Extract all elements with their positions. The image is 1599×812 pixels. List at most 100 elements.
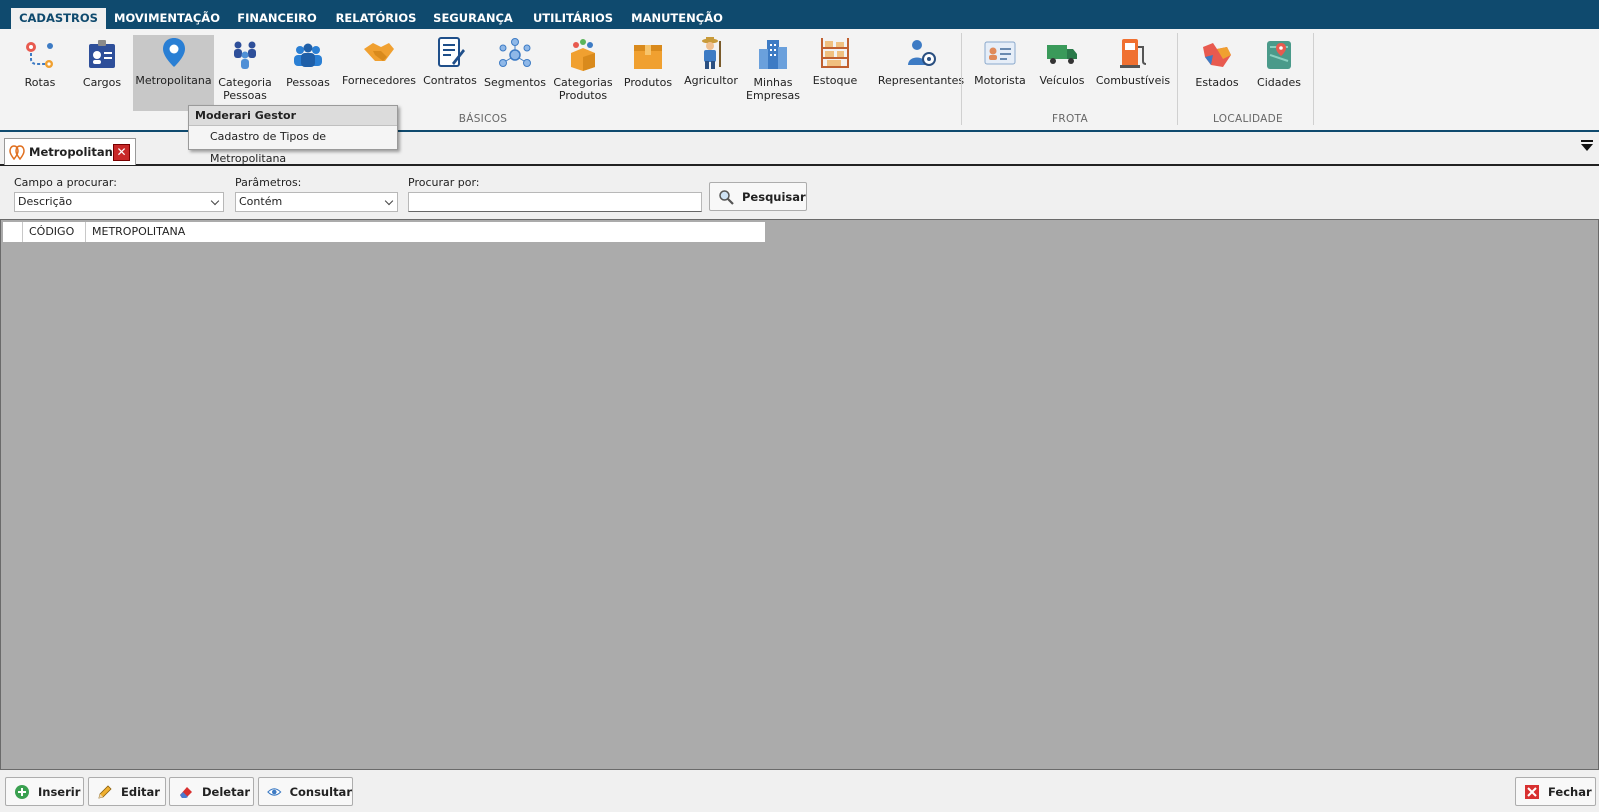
metropolitana-dropdown-menu: Moderari Gestor Cadastro de Tipos de Met… xyxy=(188,105,398,165)
campo-label: Campo a procurar: xyxy=(14,176,117,189)
ribbon-motorista-label: Motorista xyxy=(974,74,1026,87)
magnifier-icon xyxy=(719,189,734,205)
menu-tab-movimentacao[interactable]: MOVIMENTAÇÃO xyxy=(112,8,222,29)
ribbon-rotas-button[interactable]: Rotas xyxy=(14,35,66,111)
ribbon-metropolitana-label: Metropolitana xyxy=(135,74,212,87)
ribbon-estados-button[interactable]: Estados xyxy=(1190,35,1244,111)
ribbon-segmentos-label: Segmentos xyxy=(484,76,546,89)
ribbon-representantes-button[interactable]: Representantes xyxy=(868,35,974,111)
ribbon-veiculos-button[interactable]: Veículos xyxy=(1036,35,1088,111)
ribbon-categoria-pessoas-label: Categoria Pessoas xyxy=(218,76,272,102)
ribbon-minhas-empresas-button[interactable]: Minhas Empresas xyxy=(744,35,802,111)
pencil-icon xyxy=(98,784,112,799)
ribbon-produtos-button[interactable]: Produtos xyxy=(620,35,676,111)
dropdown-header: Moderari Gestor xyxy=(189,106,397,126)
ribbon-estoque-label: Estoque xyxy=(812,74,858,87)
group-label-localidade: LOCALIDADE xyxy=(1212,113,1283,125)
ribbon-fornecedores-button[interactable]: Fornecedores xyxy=(342,35,416,111)
deletar-label: Deletar xyxy=(202,784,251,799)
parametros-label: Parâmetros: xyxy=(235,176,302,189)
truck-icon xyxy=(1047,45,1077,64)
menu-tab-cadastros[interactable]: CADASTROS xyxy=(11,8,106,29)
ribbon-metropolitana-button[interactable]: Metropolitana xyxy=(133,35,214,111)
ribbon-fornecedores-label: Fornecedores xyxy=(342,74,417,87)
bottom-toolbar: Inserir Editar Deletar Consultar Fechar xyxy=(0,771,1599,812)
fechar-label: Fechar xyxy=(1548,784,1592,799)
ribbon-representantes-label: Representantes xyxy=(877,74,965,87)
group-label-frota: FROTA xyxy=(1052,113,1088,125)
menu-tab-financeiro[interactable]: FINANCEIRO xyxy=(230,8,324,29)
main-menubar: CADASTROS MOVIMENTAÇÃO FINANCEIRO RELATÓ… xyxy=(0,0,1599,29)
chevron-down-icon xyxy=(384,196,394,206)
states-map-icon xyxy=(1203,43,1231,67)
group-separator xyxy=(1313,33,1314,125)
inserir-button[interactable]: Inserir xyxy=(5,777,84,806)
ribbon-minhas-empresas-label: Minhas Empresas xyxy=(746,76,800,102)
pesquisar-label: Pesquisar xyxy=(742,189,806,204)
metropolitana-icon xyxy=(9,145,25,160)
pesquisar-button[interactable]: Pesquisar xyxy=(709,182,807,211)
menu-tab-manutencao[interactable]: MANUTENÇÃO xyxy=(628,8,726,29)
ribbon-estoque-button[interactable]: Estoque xyxy=(808,35,862,111)
ribbon-categoria-pessoas-button[interactable]: Categoria Pessoas xyxy=(218,35,272,111)
parametros-select-value: Contém xyxy=(239,195,283,208)
consultar-button[interactable]: Consultar xyxy=(258,777,353,806)
tab-list-dropdown-icon[interactable] xyxy=(1581,140,1593,151)
deletar-button[interactable]: Deletar xyxy=(169,777,254,806)
chevron-down-icon xyxy=(210,196,220,206)
menu-tab-seguranca[interactable]: SEGURANÇA xyxy=(430,8,516,29)
inserir-label: Inserir xyxy=(38,784,81,799)
ribbon-contratos-button[interactable]: Contratos xyxy=(421,35,479,111)
group-separator xyxy=(1177,33,1178,125)
network-icon xyxy=(499,38,531,67)
contract-icon xyxy=(438,37,465,67)
eraser-icon xyxy=(180,786,192,798)
ribbon-cargos-button[interactable]: Cargos xyxy=(76,35,128,111)
close-tab-icon[interactable]: ✕ xyxy=(113,144,130,161)
ribbon-pessoas-button[interactable]: Pessoas xyxy=(282,35,334,111)
dropdown-item-cadastro-tipos-metropolitana[interactable]: Cadastro de Tipos de Metropolitana xyxy=(189,126,397,165)
grid-header: CÓDIGO METROPOLITANA xyxy=(3,222,765,242)
buildings-icon xyxy=(759,40,787,69)
package-icon xyxy=(634,45,662,69)
column-header-metropolitana[interactable]: METROPOLITANA xyxy=(86,222,765,242)
procurar-input[interactable] xyxy=(408,192,702,212)
editar-button[interactable]: Editar xyxy=(88,777,166,806)
ribbon-agricultor-button[interactable]: Agricultor xyxy=(682,35,740,111)
ribbon-agricultor-label: Agricultor xyxy=(684,74,738,87)
eye-icon xyxy=(267,787,282,796)
document-tab-title: Metropolitana xyxy=(29,145,121,159)
parametros-select[interactable]: Contém xyxy=(235,192,398,212)
ribbon-combustiveis-button[interactable]: Combustíveis xyxy=(1094,35,1172,111)
ribbon-motorista-button[interactable]: Motorista xyxy=(970,35,1030,111)
search-panel: Campo a procurar: Descrição Parâmetros: … xyxy=(0,168,1599,218)
close-icon xyxy=(1525,784,1539,799)
consultar-label: Consultar xyxy=(289,784,352,799)
city-map-icon xyxy=(1267,41,1291,69)
fuel-pump-icon xyxy=(1120,39,1147,68)
column-header-codigo[interactable]: CÓDIGO xyxy=(23,222,86,242)
route-icon xyxy=(26,42,53,68)
people-group-icon xyxy=(234,41,256,69)
document-tab-metropolitana[interactable]: Metropolitana ✕ xyxy=(4,138,136,165)
ribbon-rotas-label: Rotas xyxy=(24,76,56,89)
add-icon xyxy=(15,784,29,799)
box-categories-icon xyxy=(571,39,595,71)
campo-select-value: Descrição xyxy=(18,195,73,208)
map-pin-icon xyxy=(162,38,185,67)
people-icon xyxy=(294,43,322,67)
procurar-label: Procurar por: xyxy=(408,176,480,189)
menu-tab-relatorios[interactable]: RELATÓRIOS xyxy=(330,8,422,29)
ribbon-contratos-label: Contratos xyxy=(423,74,477,87)
editar-label: Editar xyxy=(121,784,160,799)
group-label-basicos: BÁSICOS xyxy=(458,113,508,125)
ribbon-produtos-label: Produtos xyxy=(623,76,673,89)
shelves-icon xyxy=(821,38,849,68)
ribbon-categorias-produtos-button[interactable]: Categorias Produtos xyxy=(552,35,614,111)
ribbon-cidades-button[interactable]: Cidades xyxy=(1252,35,1306,111)
results-grid[interactable]: CÓDIGO METROPOLITANA xyxy=(0,219,1599,770)
fechar-button[interactable]: Fechar xyxy=(1515,777,1596,806)
ribbon-segmentos-button[interactable]: Segmentos xyxy=(484,35,546,111)
campo-select[interactable]: Descrição xyxy=(14,192,224,212)
menu-tab-utilitarios[interactable]: UTILITÁRIOS xyxy=(526,8,620,29)
